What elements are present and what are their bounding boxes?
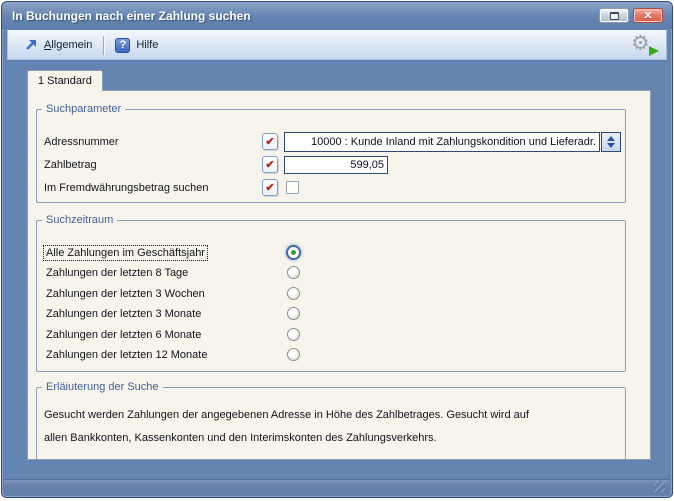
field-active-check-icon[interactable]: ✔ [262, 179, 278, 196]
tab-standard[interactable]: 1 Standard [27, 70, 103, 91]
amount-label: Zahlbetrag [44, 159, 262, 171]
toolbar-item-label: Allgemein [44, 39, 92, 51]
green-play-icon [649, 46, 659, 56]
close-button[interactable]: ✕ [633, 8, 663, 23]
restore-icon [610, 12, 619, 20]
groupbox-legend: Suchparameter [42, 102, 125, 116]
period-option-row: Zahlungen der letzten 3 Monate [44, 303, 300, 323]
gear-icon: ⚙ [631, 31, 650, 57]
address-combo: 10000 : Kunde Inland mit Zahlungskonditi… [284, 132, 621, 152]
foreign-currency-checkbox[interactable] [286, 181, 299, 194]
toolbar-separator [103, 36, 104, 55]
explanation-text-line: Gesucht werden Zahlungen der angegebenen… [44, 409, 529, 421]
radio-button[interactable] [287, 348, 300, 361]
address-row: Adressnummer ✔ 10000 : Kunde Inland mit … [44, 131, 621, 152]
groupbox-erlaeuterung: Erläiuterung der Suche Gesucht werden Za… [36, 387, 626, 460]
dialog-window: In Buchungen nach einer Zahlung suchen ✕… [1, 1, 673, 498]
amount-row: Zahlbetrag ✔ 599,05 [44, 154, 621, 175]
groupbox-suchzeitraum: Suchzeitraum Alle Zahlungen im Geschäfts… [36, 220, 626, 372]
help-icon: ? [115, 38, 130, 53]
period-option-label[interactable]: Zahlungen der letzten 12 Monate [44, 348, 209, 362]
field-active-check-icon[interactable]: ✔ [262, 156, 278, 173]
period-option-label[interactable]: Alle Zahlungen im Geschäftsjahr [44, 246, 207, 260]
address-label: Adressnummer [44, 136, 262, 148]
radio-button[interactable] [287, 266, 300, 279]
resize-grip[interactable] [654, 481, 665, 492]
run-settings-button[interactable]: ⚙ [631, 32, 658, 58]
toolbar: Allgemein ? Hilfe ⚙ [7, 30, 667, 60]
amount-input[interactable]: 599,05 [284, 156, 388, 174]
close-icon: ✕ [643, 9, 652, 22]
foreign-currency-row: Im Fremdwährungsbetrag suchen ✔ [44, 177, 621, 198]
spinner-down-icon [607, 143, 615, 148]
radio-button[interactable] [287, 287, 300, 300]
period-option-label[interactable]: Zahlungen der letzten 3 Monate [44, 307, 203, 321]
period-option-row: Zahlungen der letzten 6 Monate [44, 324, 300, 344]
radio-button[interactable] [287, 307, 300, 320]
address-combo-value[interactable]: 10000 : Kunde Inland mit Zahlungskonditi… [284, 132, 600, 152]
groupbox-legend: Suchzeitraum [42, 213, 117, 227]
toolbar-item-hilfe[interactable]: ? Hilfe [109, 35, 164, 56]
radio-button-selected[interactable] [286, 245, 301, 260]
foreign-currency-label: Im Fremdwährungsbetrag suchen [44, 182, 262, 194]
period-option-row: Zahlungen der letzten 3 Wochen [44, 283, 300, 303]
spinner-up-icon [607, 136, 615, 141]
window-title: In Buchungen nach einer Zahlung suchen [12, 9, 599, 23]
restore-button[interactable] [599, 8, 629, 23]
status-bar [4, 479, 670, 495]
period-option-label[interactable]: Zahlungen der letzten 8 Tage [44, 266, 190, 280]
arrow-up-right-icon [24, 38, 38, 52]
toolbar-item-allgemein[interactable]: Allgemein [18, 35, 98, 55]
groupbox-suchparameter: Suchparameter Adressnummer ✔ 10000 : Kun… [36, 109, 626, 203]
tab-content-panel: Suchparameter Adressnummer ✔ 10000 : Kun… [27, 90, 651, 460]
groupbox-legend: Erläiuterung der Suche [42, 380, 163, 394]
period-option-label[interactable]: Zahlungen der letzten 6 Monate [44, 328, 203, 342]
field-active-check-icon[interactable]: ✔ [262, 133, 278, 150]
toolbar-item-label: Hilfe [136, 39, 158, 51]
radio-button[interactable] [287, 328, 300, 341]
period-option-row: Zahlungen der letzten 8 Tage [44, 262, 300, 282]
window-controls: ✕ [599, 8, 663, 23]
explanation-text-line: allen Bankkonten, Kassenkonten und den I… [44, 432, 437, 444]
period-option-row: Zahlungen der letzten 12 Monate [44, 344, 300, 364]
period-option-row: Alle Zahlungen im Geschäftsjahr [44, 242, 301, 262]
title-bar[interactable]: In Buchungen nach einer Zahlung suchen ✕ [2, 2, 672, 29]
address-spinner-button[interactable] [601, 132, 621, 152]
period-option-label[interactable]: Zahlungen der letzten 3 Wochen [44, 287, 207, 301]
